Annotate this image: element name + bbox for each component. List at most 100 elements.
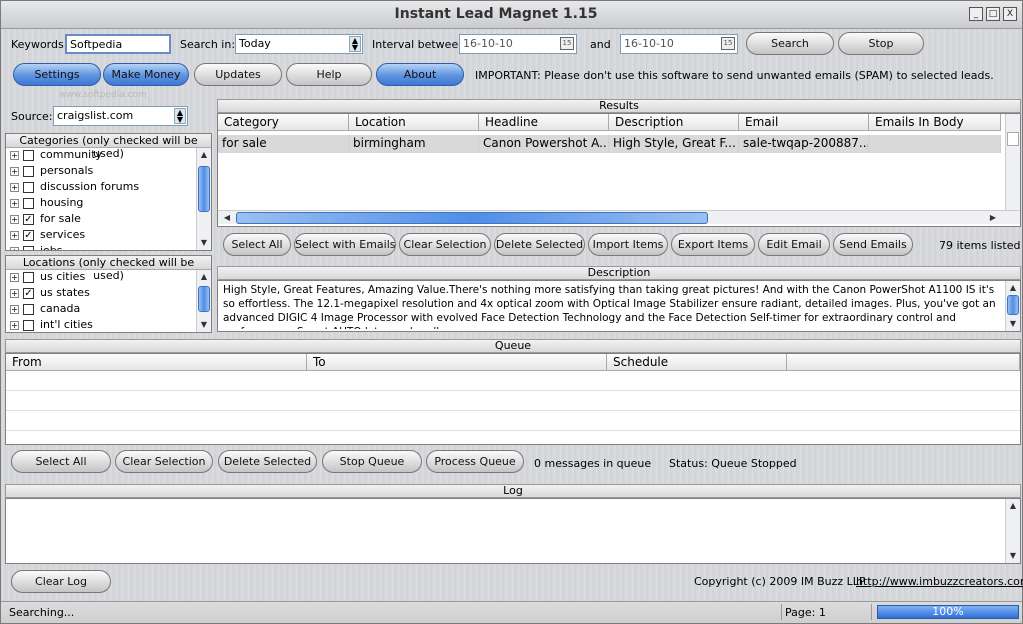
tree-item[interactable]: + us cities [10,270,85,286]
column-header-schedule[interactable]: Schedule [607,354,787,371]
tree-item[interactable]: + housing [10,196,83,212]
import-items-button[interactable]: Import Items [588,233,668,256]
select-with-emails-button[interactable]: Select with Emails [294,233,396,256]
tree-item[interactable]: + canada [10,302,80,318]
expand-icon[interactable]: + [10,230,19,240]
minimize-button[interactable]: _ [969,7,983,21]
checkbox[interactable] [23,197,34,209]
results-select-all-button[interactable]: Select All [223,233,291,256]
column-header-to[interactable]: To [307,354,607,371]
checkbox[interactable] [23,245,34,250]
expand-icon[interactable]: + [10,214,19,224]
expand-icon[interactable]: + [10,272,19,282]
description-box[interactable]: High Style, Great Features, Amazing Valu… [217,280,1021,332]
clear-log-button[interactable]: Clear Log [11,570,111,593]
table-row[interactable]: for sale birmingham Canon Powershot A...… [218,135,1001,153]
settings-button[interactable]: Settings [13,63,101,86]
source-select[interactable]: craigslist.com ▲ ▼ [53,106,188,126]
categories-scrollbar[interactable]: ▲ ▼ [196,148,211,250]
date-from-input[interactable]: 16-10-10 15 [459,34,577,54]
column-header-location[interactable]: Location [349,114,479,131]
checkbox[interactable] [23,319,34,331]
scroll-down-icon[interactable]: ▼ [197,318,211,332]
expand-icon[interactable]: + [10,288,19,298]
scroll-thumb[interactable] [236,212,708,224]
queue-select-all-button[interactable]: Select All [11,450,111,473]
help-button[interactable]: Help [286,63,372,86]
checkbox[interactable] [23,165,34,177]
column-header-headline[interactable]: Headline [479,114,609,131]
dropdown-arrow-icon[interactable]: ▲ ▼ [174,108,186,124]
stop-queue-button[interactable]: Stop Queue [322,450,422,473]
tree-item[interactable]: + jobs [10,244,63,250]
checkbox[interactable] [23,149,34,161]
log-box[interactable]: ▲ ▼ [5,498,1021,564]
results-delete-selected-button[interactable]: Delete Selected [494,233,585,256]
process-queue-button[interactable]: Process Queue [426,450,524,473]
scroll-right-icon[interactable]: ▶ [986,211,1000,225]
close-button[interactable]: X [1003,7,1017,21]
tree-item[interactable]: + personals [10,164,93,180]
scroll-down-icon[interactable]: ▼ [197,236,211,250]
search-in-select[interactable]: Today ▲ ▼ [235,34,363,54]
column-header-category[interactable]: Category [218,114,349,131]
description-scrollbar[interactable]: ▲ ▼ [1005,281,1020,331]
maximize-button[interactable]: □ [986,7,1000,21]
expand-icon[interactable]: + [10,304,19,314]
website-link[interactable]: http://www.imbuzzcreators.com [856,575,1023,588]
scroll-thumb[interactable] [1007,132,1019,146]
tree-item[interactable]: + ✓ for sale [10,212,81,228]
search-button[interactable]: Search [746,32,834,55]
column-header-description[interactable]: Description [609,114,739,131]
tree-item[interactable]: + int'l cities [10,318,93,332]
expand-icon[interactable]: + [10,246,19,250]
calendar-icon[interactable]: 15 [560,37,574,50]
calendar-icon[interactable]: 15 [721,37,735,50]
export-items-button[interactable]: Export Items [671,233,755,256]
make-money-button[interactable]: Make Money [103,63,189,86]
column-header-from[interactable]: From [6,354,307,371]
checkbox[interactable]: ✓ [23,287,34,299]
checkbox[interactable] [23,181,34,193]
tree-item[interactable]: + discussion forums [10,180,139,196]
expand-icon[interactable]: + [10,150,19,160]
scroll-up-icon[interactable]: ▲ [197,270,211,284]
results-vscrollbar[interactable] [1005,114,1020,210]
column-header-emails-in-body[interactable]: Emails In Body [869,114,1001,131]
tree-item[interactable]: + ✓ services [10,228,85,244]
date-to-input[interactable]: 16-10-10 15 [620,34,738,54]
about-button[interactable]: About [376,63,464,86]
scroll-left-icon[interactable]: ◀ [220,211,234,225]
results-hscrollbar[interactable]: ◀ ▶ [218,210,1020,224]
keywords-input[interactable]: Softpedia [65,34,171,54]
scroll-down-icon[interactable]: ▼ [1006,549,1020,563]
log-scrollbar[interactable]: ▲ ▼ [1005,499,1020,563]
checkbox[interactable]: ✓ [23,213,34,225]
queue-clear-selection-button[interactable]: Clear Selection [115,450,213,473]
expand-icon[interactable]: + [10,198,19,208]
scroll-down-icon[interactable]: ▼ [1006,317,1020,331]
column-header-email[interactable]: Email [739,114,869,131]
tree-item[interactable]: + ✓ us states [10,286,90,302]
tree-item[interactable]: + community [10,148,102,164]
queue-delete-selected-button[interactable]: Delete Selected [218,450,317,473]
results-clear-selection-button[interactable]: Clear Selection [399,233,491,256]
scroll-thumb[interactable] [1007,295,1019,315]
scroll-thumb[interactable] [198,166,210,212]
checkbox[interactable] [23,271,34,283]
scroll-up-icon[interactable]: ▲ [197,148,211,162]
scroll-thumb[interactable] [198,286,210,312]
checkbox[interactable]: ✓ [23,229,34,241]
expand-icon[interactable]: + [10,166,19,176]
expand-icon[interactable]: + [10,320,19,330]
edit-email-button[interactable]: Edit Email [758,233,830,256]
checkbox[interactable] [23,303,34,315]
locations-scrollbar[interactable]: ▲ ▼ [196,270,211,332]
updates-button[interactable]: Updates [194,63,282,86]
dropdown-arrow-icon[interactable]: ▲ ▼ [349,36,361,52]
scroll-up-icon[interactable]: ▲ [1006,499,1020,513]
expand-icon[interactable]: + [10,182,19,192]
stop-button[interactable]: Stop [838,32,924,55]
send-emails-button[interactable]: Send Emails [833,233,913,256]
scroll-up-icon[interactable]: ▲ [1006,281,1020,295]
